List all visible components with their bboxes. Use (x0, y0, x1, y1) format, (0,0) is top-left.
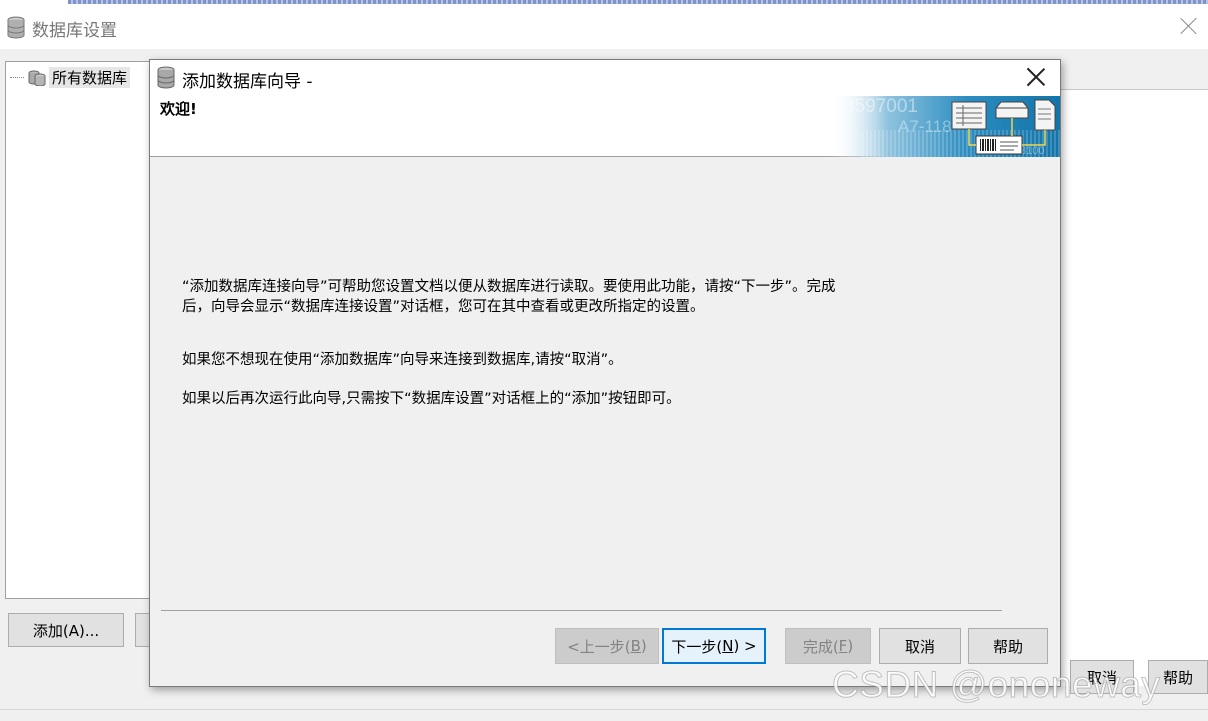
rerun-hint-text: 如果以后再次运行此向导,只需按下“数据库设置”对话框上的“添加”按钮即可。 (182, 391, 681, 407)
intro-text-line-2: 后，向导会显示“数据库连接设置”对话框，您可在其中查看或更改所指定的设置。 (182, 299, 705, 315)
main-window-titlebar: 数据库设置 (0, 5, 1208, 49)
svg-text:3597001: 3597001 (844, 96, 918, 117)
next-button[interactable]: 下一步(N) > (662, 628, 766, 664)
svg-text:3100: 3100 (1020, 145, 1044, 157)
add-database-wizard-dialog: 添加数据库向导 - 欢迎! 3597001 A7-118 3100 “添加数据库… (149, 59, 1061, 687)
database-icon (157, 66, 175, 89)
watermark-text: CSDN @ononeway (831, 664, 1161, 706)
tree-item-label: 所有数据库 (49, 67, 131, 88)
wizard-titlebar: 添加数据库向导 - (150, 60, 1060, 94)
wizard-title: 添加数据库向导 - (182, 72, 313, 92)
database-tree[interactable]: 所有数据库 (5, 61, 155, 599)
cancel-hint-text: 如果您不想现在使用“添加数据库”向导来连接到数据库,请按“取消”。 (182, 352, 623, 368)
cancel-button[interactable]: 取消 (879, 628, 961, 664)
main-window-close-icon[interactable] (1176, 13, 1202, 39)
button-separator (161, 610, 1002, 611)
help-button[interactable]: 帮助 (968, 628, 1048, 664)
tree-item-all-databases[interactable]: 所有数据库 (10, 67, 131, 88)
databases-icon (28, 70, 46, 86)
right-panel-header (1060, 61, 1208, 90)
database-icon (7, 16, 25, 39)
finish-button[interactable]: 完成(F) (785, 628, 871, 664)
svg-text:A7-118: A7-118 (898, 117, 952, 136)
back-button[interactable]: <上一步(B) (555, 628, 659, 664)
add-database-button[interactable]: 添加(A)... (8, 613, 124, 647)
wizard-close-icon[interactable] (1024, 65, 1048, 89)
main-window-title: 数据库设置 (32, 21, 117, 41)
settings-panel (1060, 90, 1208, 686)
intro-text-line-1: “添加数据库连接向导”可帮助您设置文档以便从数据库进行读取。要使用此功能，请按“… (182, 279, 836, 295)
wizard-header: 欢迎! 3597001 A7-118 3100 (150, 94, 1060, 157)
wizard-heading: 欢迎! (160, 100, 197, 118)
wizard-banner-image: 3597001 A7-118 3100 (830, 96, 1060, 157)
